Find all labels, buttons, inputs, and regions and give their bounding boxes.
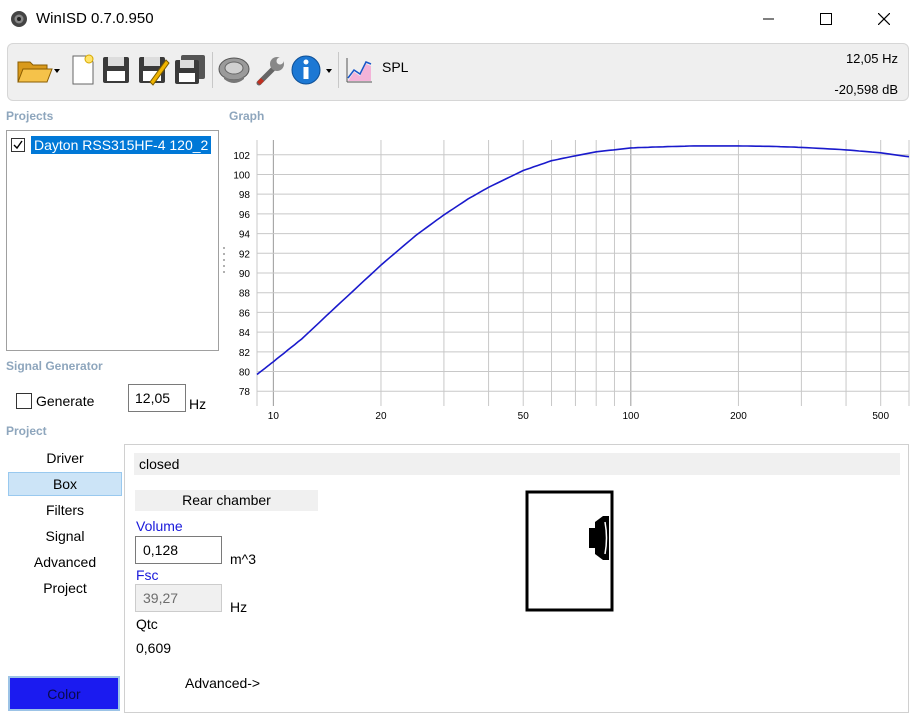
volume-label: Volume [136, 518, 183, 534]
x-tick-label: 200 [730, 411, 747, 422]
app-speaker-icon [10, 10, 28, 28]
driver-editor-button[interactable] [216, 52, 252, 88]
y-tick-label: 82 [239, 348, 251, 359]
y-tick-label: 90 [239, 269, 251, 280]
x-tick-label: 20 [375, 411, 387, 422]
y-tick-label: 80 [239, 368, 251, 379]
box-panel: closed Rear chamber Volume 0,128 m^3 Fsc… [124, 444, 909, 713]
x-tick-label: 100 [622, 411, 639, 422]
project-list-item[interactable]: Dayton RSS315HF-4 120_2 [11, 135, 212, 155]
generate-label: Generate [36, 393, 95, 409]
spl-label[interactable]: SPL [382, 59, 408, 75]
fsc-label: Fsc [136, 567, 159, 583]
y-tick-label: 96 [239, 210, 251, 221]
horizontal-gridlines [257, 154, 909, 392]
advanced-link[interactable]: Advanced-> [185, 675, 260, 691]
generate-checkbox[interactable] [16, 393, 32, 409]
close-button[interactable] [855, 0, 913, 38]
new-project-button[interactable] [68, 52, 98, 88]
nav-signal[interactable]: Signal [8, 524, 122, 548]
nav-advanced[interactable]: Advanced [8, 550, 122, 574]
spl-graph-button[interactable] [344, 52, 376, 88]
save-button[interactable] [100, 52, 132, 88]
y-tick-label: 84 [239, 328, 251, 339]
info-menu-button[interactable] [290, 52, 334, 88]
volume-input[interactable]: 0,128 [135, 536, 222, 564]
nav-box[interactable]: Box [8, 472, 122, 496]
toolbar-separator [212, 52, 213, 88]
spl-graph[interactable]: 78 80 82 84 86 88 90 92 94 96 98 100 102 10 20 50 100 20… [222, 130, 912, 422]
maximize-button[interactable] [797, 0, 855, 38]
x-tick-labels: 10 20 50 100 200 500 [268, 411, 890, 422]
y-tick-label: 86 [239, 308, 251, 319]
window-title: WinISD 0.7.0.950 [36, 10, 154, 27]
save-all-button[interactable] [172, 52, 208, 88]
qtc-label: Qtc [136, 616, 158, 632]
y-tick-label: 94 [239, 230, 251, 241]
qtc-value: 0,609 [136, 640, 172, 656]
rear-chamber-tab[interactable]: Rear chamber [135, 490, 318, 511]
y-tick-labels: 78 80 82 84 86 88 90 92 94 96 98 100 102 [233, 151, 250, 398]
toolbar: SPL 12,05 Hz -20,598 dB [7, 43, 909, 101]
nav-driver[interactable]: Driver [8, 446, 122, 470]
spl-chart[interactable]: 78 80 82 84 86 88 90 92 94 96 98 100 102 10 20 50 100 20… [222, 130, 912, 422]
toolbar-separator [338, 52, 339, 88]
y-tick-label: 102 [233, 151, 250, 162]
title-bar: WinISD 0.7.0.950 [0, 0, 915, 38]
nav-filters[interactable]: Filters [8, 498, 122, 522]
box-type-selector[interactable]: closed [134, 453, 900, 475]
y-tick-label: 100 [233, 170, 250, 181]
y-tick-label: 92 [239, 249, 251, 260]
nav-project[interactable]: Project [8, 576, 122, 600]
project-checkbox[interactable] [11, 138, 25, 152]
generator-frequency-input[interactable]: 12,05 [128, 384, 186, 412]
save-as-button[interactable] [136, 52, 170, 88]
graph-section-label: Graph [229, 109, 265, 123]
frequency-readout: 12,05 Hz [845, 51, 898, 66]
fsc-input: 39,27 [135, 584, 222, 612]
volume-unit: m^3 [230, 551, 257, 567]
projects-section-label: Projects [6, 109, 54, 123]
level-readout: -20,598 dB [834, 82, 898, 97]
color-button[interactable]: Color [8, 676, 120, 711]
signal-generator-section-label: Signal Generator [6, 359, 103, 373]
open-project-button[interactable] [16, 52, 62, 88]
y-tick-label: 98 [239, 190, 251, 201]
fsc-unit: Hz [230, 599, 248, 615]
x-tick-label: 50 [518, 411, 530, 422]
generator-frequency-unit: Hz [189, 396, 207, 412]
minimize-button[interactable] [740, 0, 798, 38]
closed-box-diagram [525, 490, 614, 612]
y-tick-label: 88 [239, 289, 251, 300]
x-tick-label: 10 [268, 411, 280, 422]
y-tick-label: 78 [239, 387, 251, 398]
project-section-label: Project [6, 424, 47, 438]
x-tick-label: 500 [872, 411, 889, 422]
spl-response-curve [256, 145, 910, 376]
tools-wrench-icon[interactable] [254, 52, 288, 88]
projects-list[interactable]: Dayton RSS315HF-4 120_2 [6, 130, 219, 351]
project-name[interactable]: Dayton RSS315HF-4 120_2 [31, 136, 212, 154]
